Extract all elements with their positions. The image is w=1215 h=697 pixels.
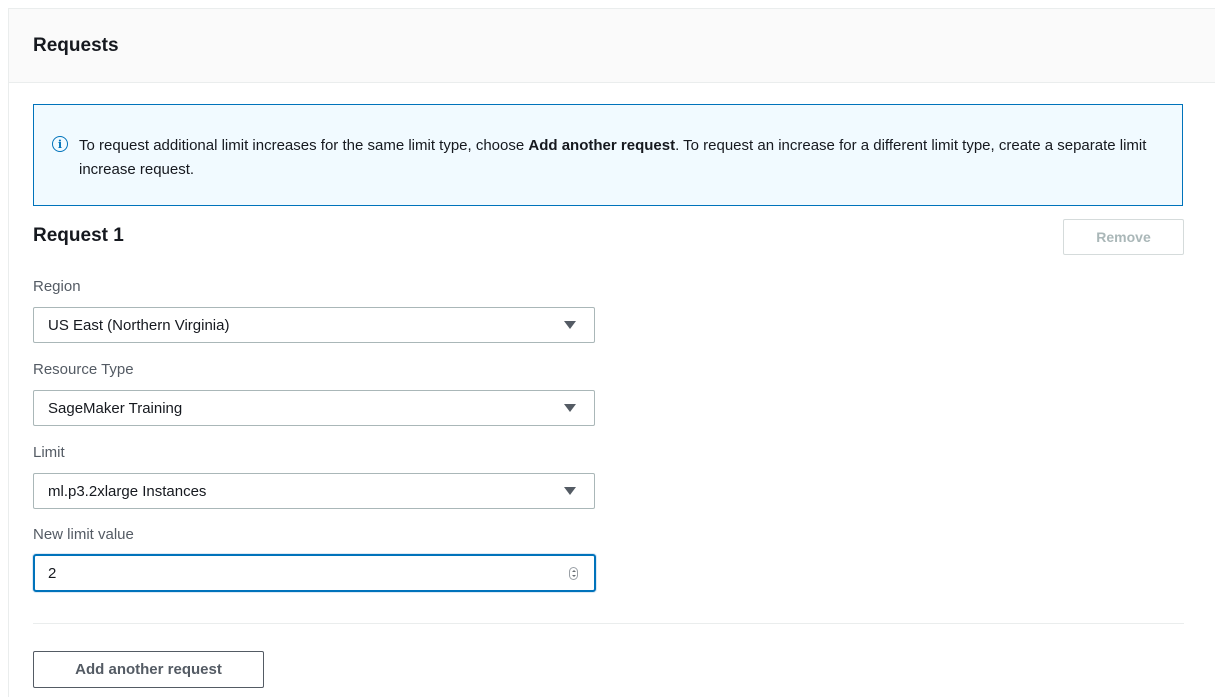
info-icon: i — [52, 136, 68, 152]
caret-down-icon — [564, 321, 576, 329]
info-message: To request additional limit increases fo… — [79, 134, 1162, 205]
add-another-request-button[interactable]: Add another request — [33, 651, 264, 688]
region-label: Region — [33, 278, 81, 295]
new-limit-value-input[interactable]: 2 — [33, 554, 596, 592]
panel-header: Requests — [9, 9, 1215, 83]
region-select-value: US East (Northern Virginia) — [48, 316, 230, 334]
new-limit-value-label: New limit value — [33, 526, 134, 543]
info-text-bold: Add another request — [528, 137, 676, 154]
request-title: Request 1 — [33, 225, 124, 246]
resource-type-label: Resource Type — [33, 361, 134, 378]
region-select[interactable]: US East (Northern Virginia) — [33, 307, 595, 343]
remove-button[interactable]: Remove — [1063, 219, 1184, 255]
resource-type-select-value: SageMaker Training — [48, 399, 183, 417]
limit-select-value: ml.p3.2xlarge Instances — [48, 482, 207, 500]
limit-label: Limit — [33, 444, 65, 461]
number-spinner-icon[interactable] — [569, 566, 578, 580]
info-text-before: To request additional limit increases fo… — [79, 137, 529, 154]
limit-select[interactable]: ml.p3.2xlarge Instances — [33, 473, 595, 509]
section-divider — [33, 623, 1184, 624]
new-limit-value-text: 2 — [48, 564, 57, 582]
info-alert: i To request additional limit increases … — [33, 104, 1183, 206]
caret-down-icon — [564, 487, 576, 495]
caret-down-icon — [564, 404, 576, 412]
resource-type-select[interactable]: SageMaker Training — [33, 390, 595, 426]
requests-panel: Requests i To request additional limit i… — [8, 8, 1215, 697]
panel-title: Requests — [33, 34, 119, 56]
